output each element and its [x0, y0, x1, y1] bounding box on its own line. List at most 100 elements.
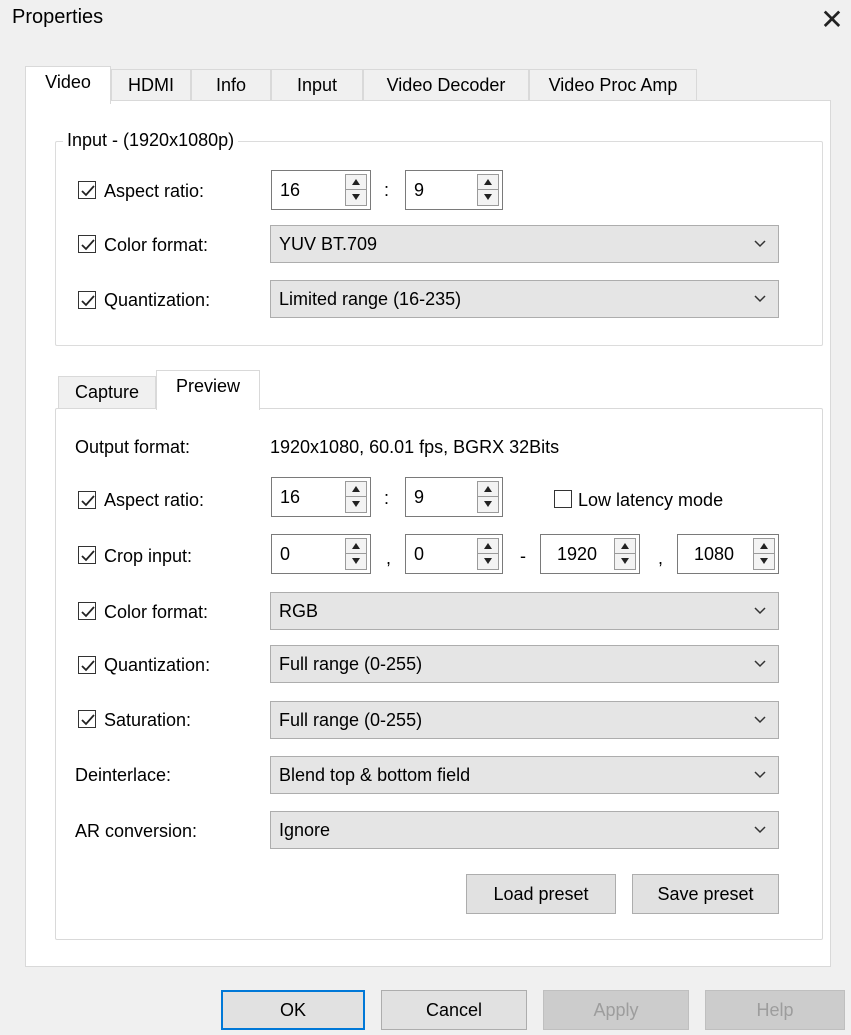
spin-up-icon[interactable] [345, 174, 367, 190]
checkmark-icon [81, 495, 95, 507]
preview-aspect-width-spin[interactable]: 16 [271, 477, 371, 517]
input-quant-combo[interactable]: Limited range (16-235) [270, 280, 779, 318]
spin-down-icon[interactable] [753, 554, 775, 570]
tab-input[interactable]: Input [271, 69, 363, 102]
spin-down-icon[interactable] [477, 554, 499, 570]
input-aspect-checkbox[interactable] [78, 181, 96, 199]
checkmark-icon [81, 185, 95, 197]
spin-down-icon[interactable] [345, 554, 367, 570]
tab-video[interactable]: Video [25, 66, 111, 104]
help-button[interactable]: Help [705, 990, 845, 1030]
tab-video-decoder[interactable]: Video Decoder [363, 69, 529, 102]
crop-height-value: 1080 [694, 544, 735, 564]
input-quant-checkbox[interactable] [78, 291, 96, 309]
spin-up-icon[interactable] [477, 481, 499, 497]
preview-color-value: RGB [279, 601, 319, 621]
input-quant-label: Quantization: [104, 290, 211, 310]
chevron-down-icon [754, 607, 766, 615]
spin-up-icon[interactable] [753, 538, 775, 554]
preview-aspect-checkbox[interactable] [78, 491, 96, 509]
checkmark-icon [81, 606, 95, 618]
spin-down-icon[interactable] [345, 190, 367, 206]
deinterlace-combo[interactable]: Blend top & bottom field [270, 756, 779, 794]
tab-hdmi[interactable]: HDMI [111, 69, 191, 102]
save-preset-button[interactable]: Save preset [632, 874, 779, 914]
chevron-down-icon [754, 240, 766, 248]
spin-up-icon[interactable] [477, 174, 499, 190]
checkmark-icon [81, 239, 95, 251]
low-latency-label: Low latency mode [578, 490, 724, 510]
chevron-down-icon [754, 826, 766, 834]
spin-down-icon[interactable] [477, 497, 499, 513]
input-aspect-label: Aspect ratio: [104, 181, 205, 201]
input-aspect-height-spin[interactable]: 9 [405, 170, 503, 210]
input-color-checkbox[interactable] [78, 235, 96, 253]
chevron-down-icon [754, 660, 766, 668]
preview-aspect-height-spin[interactable]: 9 [405, 477, 503, 517]
checkmark-icon [81, 660, 95, 672]
input-color-label: Color format: [104, 235, 209, 255]
preview-aspect-height-value: 9 [414, 487, 425, 507]
crop-input-checkbox[interactable] [78, 546, 96, 564]
load-preset-button[interactable]: Load preset [466, 874, 616, 914]
ar-conversion-combo[interactable]: Ignore [270, 811, 779, 849]
output-format-value: 1920x1080, 60.01 fps, BGRX 32Bits [270, 437, 560, 457]
tab-video-decoder-label: Video Decoder [386, 75, 506, 95]
tab-preview-label: Preview [175, 376, 241, 396]
chevron-down-icon [754, 771, 766, 779]
preview-quant-combo[interactable]: Full range (0-255) [270, 645, 779, 683]
spin-down-icon[interactable] [477, 190, 499, 206]
crop-y-spin[interactable]: 0 [405, 534, 503, 574]
crop-width-spin[interactable]: 1920 [540, 534, 640, 574]
spin-up-icon[interactable] [345, 538, 367, 554]
preview-quant-label: Quantization: [104, 655, 211, 675]
tab-capture[interactable]: Capture [58, 376, 156, 409]
saturation-checkbox[interactable] [78, 710, 96, 728]
crop-width-value: 1920 [557, 544, 598, 564]
spin-down-icon[interactable] [614, 554, 636, 570]
output-format-label: Output format: [75, 437, 191, 457]
tab-video-proc-amp[interactable]: Video Proc Amp [529, 69, 697, 102]
apply-button[interactable]: Apply [543, 990, 689, 1030]
tab-info-label: Info [215, 75, 247, 95]
deinterlace-value: Blend top & bottom field [279, 765, 471, 785]
input-color-value: YUV BT.709 [279, 234, 378, 254]
preview-color-label: Color format: [104, 602, 209, 622]
preview-color-combo[interactable]: RGB [270, 592, 779, 630]
window-title: Properties [12, 6, 104, 28]
preview-quant-value: Full range (0-255) [279, 654, 423, 674]
input-aspect-width-spin[interactable]: 16 [271, 170, 371, 210]
close-icon[interactable]: ✕ [814, 0, 850, 40]
spin-up-icon[interactable] [477, 538, 499, 554]
crop-height-spin[interactable]: 1080 [677, 534, 779, 574]
tab-input-label: Input [296, 75, 338, 95]
spin-up-icon[interactable] [345, 481, 367, 497]
deinterlace-label: Deinterlace: [75, 765, 172, 785]
saturation-value: Full range (0-255) [279, 710, 423, 730]
tab-info[interactable]: Info [191, 69, 271, 102]
spin-down-icon[interactable] [345, 497, 367, 513]
chevron-down-icon [754, 295, 766, 303]
chevron-down-icon [754, 716, 766, 724]
crop-input-label: Crop input: [104, 546, 193, 566]
crop-x-spin[interactable]: 0 [271, 534, 371, 574]
ok-button[interactable]: OK [221, 990, 365, 1030]
input-aspect-separator: : [384, 180, 390, 200]
crop-separator-1: , [386, 548, 392, 568]
preview-aspect-separator: : [384, 488, 390, 508]
preview-color-checkbox[interactable] [78, 602, 96, 620]
checkmark-icon [81, 295, 95, 307]
cancel-button[interactable]: Cancel [381, 990, 527, 1030]
ar-conversion-value: Ignore [279, 820, 331, 840]
preview-aspect-width-value: 16 [280, 487, 301, 507]
checkmark-icon [81, 550, 95, 562]
checkmark-icon [81, 714, 95, 726]
saturation-combo[interactable]: Full range (0-255) [270, 701, 779, 739]
input-color-combo[interactable]: YUV BT.709 [270, 225, 779, 263]
crop-separator-2: - [520, 546, 526, 566]
crop-x-value: 0 [280, 544, 291, 564]
low-latency-checkbox[interactable] [554, 490, 572, 508]
tab-preview[interactable]: Preview [156, 370, 260, 410]
preview-quant-checkbox[interactable] [78, 656, 96, 674]
spin-up-icon[interactable] [614, 538, 636, 554]
